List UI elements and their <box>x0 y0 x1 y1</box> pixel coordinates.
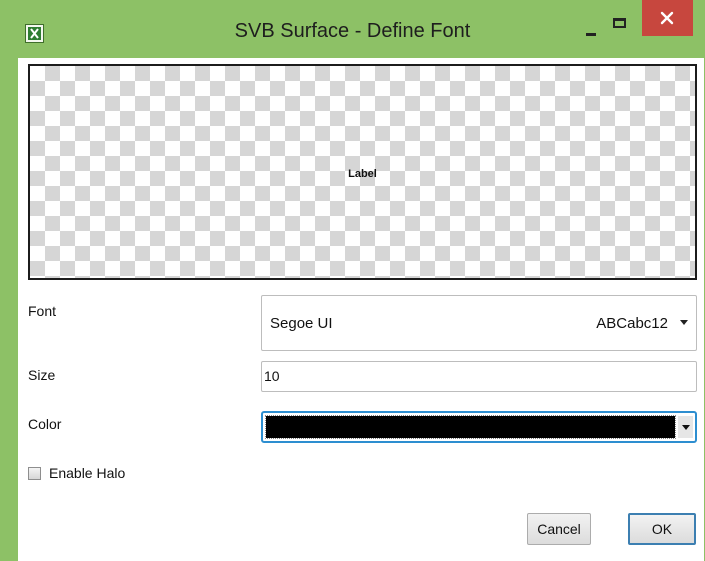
enable-halo-label[interactable]: Enable Halo <box>49 465 125 481</box>
cancel-button[interactable]: Cancel <box>527 513 591 545</box>
preview-label: Label <box>348 168 377 180</box>
font-select[interactable]: Segoe UI ABCabc12 <box>261 295 697 351</box>
close-button[interactable] <box>642 0 693 36</box>
font-name: Segoe UI <box>270 315 333 332</box>
chevron-down-icon[interactable] <box>678 416 693 438</box>
chevron-down-icon[interactable] <box>680 320 688 325</box>
close-icon <box>660 11 674 25</box>
color-select[interactable] <box>261 411 697 443</box>
minimize-icon[interactable] <box>579 16 605 42</box>
ok-button[interactable]: OK <box>628 513 696 545</box>
font-sample: ABCabc12 <box>596 315 668 332</box>
define-font-dialog: SVB Surface - Define Font Label Font Seg… <box>0 0 705 561</box>
dialog-body: Label Font Segoe UI ABCabc12 Size 10 Col… <box>18 58 704 561</box>
color-label: Color <box>28 416 62 432</box>
size-input[interactable]: 10 <box>261 361 697 392</box>
maximize-icon[interactable] <box>608 16 634 42</box>
color-swatch <box>265 415 676 439</box>
enable-halo-checkbox[interactable] <box>28 467 41 480</box>
font-preview: Label <box>28 64 697 280</box>
title-bar[interactable]: SVB Surface - Define Font <box>0 0 705 58</box>
size-label: Size <box>28 367 56 383</box>
font-label: Font <box>28 303 57 319</box>
